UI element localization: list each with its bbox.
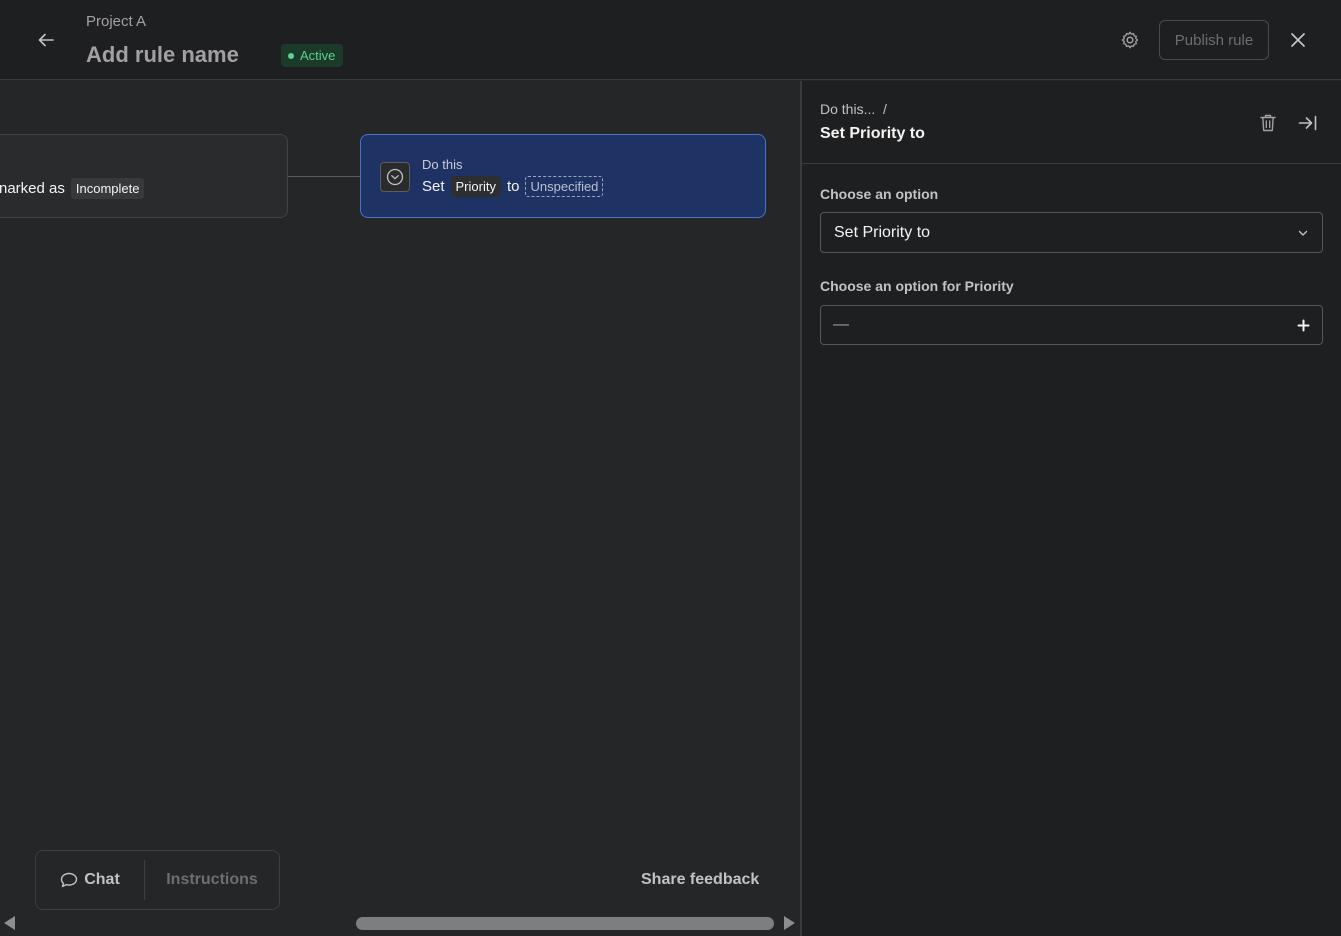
chevron-down-circle-icon: [386, 168, 404, 186]
action-text: Set Priority to Unspecified: [422, 176, 604, 197]
bottom-toolbar: Chat Instructions: [35, 850, 280, 910]
status-label: Active: [300, 48, 336, 63]
trigger-card[interactable]: narked as Incomplete: [0, 134, 288, 218]
panel-title: Set Priority to: [820, 125, 925, 142]
action-type-select[interactable]: Set Priority to: [820, 212, 1323, 253]
action-type-value: Set Priority to: [834, 223, 931, 241]
instructions-button[interactable]: Instructions: [145, 851, 279, 909]
action-connector: to: [506, 178, 520, 195]
collapse-right-icon: [1298, 115, 1317, 131]
project-name[interactable]: Project A: [86, 13, 146, 30]
rule-name-input[interactable]: Add rule name: [86, 42, 239, 68]
arrow-left-icon: [38, 33, 54, 47]
chat-label: Chat: [84, 871, 120, 888]
delete-action-button[interactable]: [1256, 111, 1280, 135]
settings-button[interactable]: [1115, 25, 1145, 55]
breadcrumb[interactable]: Do this... /: [820, 101, 887, 117]
scroll-left-arrow-icon[interactable]: [4, 916, 15, 930]
panel-header: Do this... / Set Priority to: [802, 81, 1341, 164]
chevron-down-icon: [1298, 230, 1308, 236]
action-verb: Set: [422, 178, 445, 195]
trash-icon: [1260, 114, 1276, 132]
chat-bubble-icon: [61, 872, 78, 888]
rule-canvas[interactable]: narked as Incomplete Do this Set Priorit…: [0, 81, 800, 936]
status-badge: Active: [281, 44, 344, 67]
priority-option-value: —: [833, 316, 849, 333]
gear-icon: [1121, 31, 1139, 49]
trigger-label: narked as: [0, 180, 65, 197]
priority-option-field[interactable]: —: [820, 305, 1323, 345]
publish-rule-button[interactable]: Publish rule: [1159, 20, 1269, 60]
scroll-right-arrow-icon[interactable]: [784, 916, 795, 930]
action-card[interactable]: Do this Set Priority to Unspecified: [360, 134, 766, 218]
horizontal-scrollbar[interactable]: [0, 913, 800, 936]
trigger-text: narked as Incomplete: [0, 178, 145, 199]
choose-option-label: Choose an option: [820, 186, 939, 202]
collapse-panel-button[interactable]: [1296, 111, 1320, 135]
chat-button[interactable]: Chat: [36, 851, 144, 909]
status-dot-icon: [288, 52, 294, 59]
close-icon: [1291, 33, 1305, 47]
plus-icon: [1297, 319, 1310, 331]
connector-line: [288, 176, 360, 177]
priority-option-label: Choose an option for Priority: [820, 278, 1014, 294]
action-field-chip: Priority: [450, 176, 501, 197]
scroll-thumb[interactable]: [356, 917, 774, 930]
close-button[interactable]: [1284, 26, 1312, 54]
share-feedback-link[interactable]: Share feedback: [641, 871, 759, 889]
action-details-panel: Do this... / Set Priority to Choose an o…: [800, 81, 1341, 936]
action-icon-box: [380, 162, 410, 192]
top-header: Project A Add rule name Active Publish r…: [0, 0, 1341, 80]
back-button[interactable]: [30, 24, 62, 56]
action-value-chip[interactable]: Unspecified: [525, 176, 604, 197]
trigger-chip: Incomplete: [70, 178, 145, 199]
action-eyebrow: Do this: [422, 157, 463, 172]
